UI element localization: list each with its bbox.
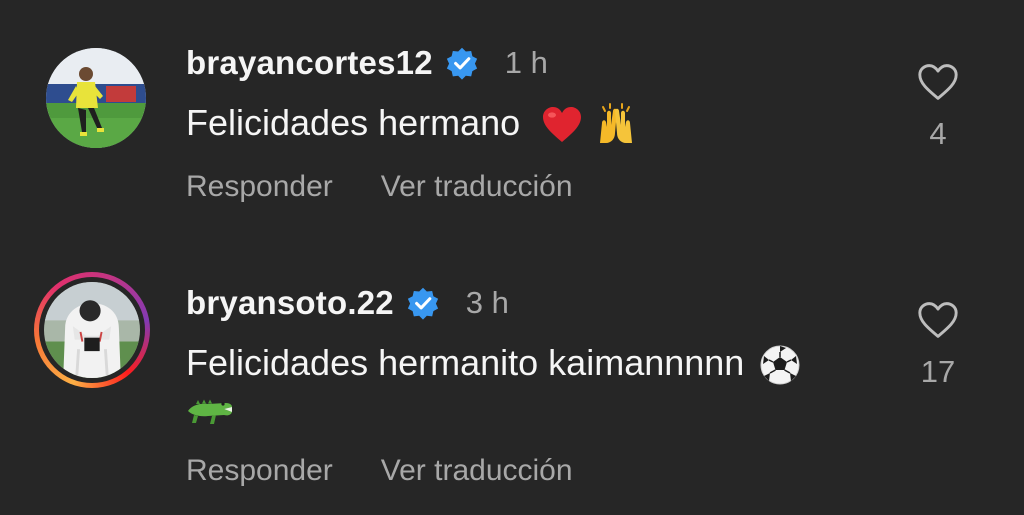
see-translation-button[interactable]: Ver traducción xyxy=(381,170,573,204)
heart-outline-icon[interactable] xyxy=(916,300,960,340)
comment-actions: Responder Ver traducción xyxy=(186,454,573,488)
like-count: 4 xyxy=(929,116,947,151)
red-heart-icon xyxy=(540,103,584,147)
avatar-photo xyxy=(44,282,140,378)
comment-time: 3 h xyxy=(465,285,509,320)
reply-button[interactable]: Responder xyxy=(186,454,333,488)
crocodile-icon xyxy=(186,385,234,429)
comment-item: bryansoto.22 3 h Felicidades hermanito k… xyxy=(0,250,1024,515)
verified-badge-icon xyxy=(406,286,440,320)
username-link[interactable]: brayancortes12 xyxy=(186,44,433,82)
like-control: 17 xyxy=(908,300,968,390)
avatar-photo xyxy=(46,48,146,148)
comment-actions: Responder Ver traducción xyxy=(186,170,573,204)
comment-item: brayancortes12 1 h Felicidades hermano R… xyxy=(0,0,1024,250)
heart-outline-icon[interactable] xyxy=(916,62,960,102)
username-link[interactable]: bryansoto.22 xyxy=(186,284,394,322)
raising-hands-icon xyxy=(594,103,638,147)
soccer-ball-icon xyxy=(758,343,802,387)
comment-text: Felicidades hermano xyxy=(186,102,638,147)
avatar[interactable] xyxy=(44,46,148,150)
comment-text-line-2 xyxy=(186,384,234,429)
comment-time: 1 h xyxy=(504,45,548,80)
comment-text-body: Felicidades hermano xyxy=(186,102,521,143)
verified-badge-icon xyxy=(445,46,479,80)
see-translation-button[interactable]: Ver traducción xyxy=(381,454,573,488)
avatar[interactable] xyxy=(34,272,150,388)
comment-text: Felicidades hermanito kaimannnnn xyxy=(186,342,802,387)
comment-text-body: Felicidades hermanito kaimannnnn xyxy=(186,342,745,383)
comment-header: brayancortes12 1 h xyxy=(186,44,548,82)
comment-header: bryansoto.22 3 h xyxy=(186,284,509,322)
like-count: 17 xyxy=(920,354,956,389)
like-control: 4 xyxy=(908,62,968,152)
reply-button[interactable]: Responder xyxy=(186,170,333,204)
